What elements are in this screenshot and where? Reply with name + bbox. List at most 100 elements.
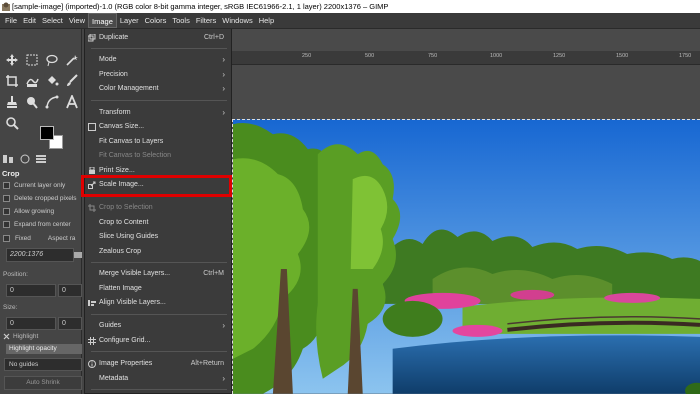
menu-separator (91, 48, 227, 49)
position-x-field[interactable]: 0 (6, 284, 56, 297)
menu-item-crop-to-selection: Crop to Selection (85, 201, 231, 215)
submenu-arrow-icon: › (222, 321, 225, 330)
device-status-tab-icon[interactable] (18, 154, 32, 164)
zoom-tool-icon[interactable] (2, 113, 22, 133)
undo-history-tab-icon[interactable] (34, 154, 48, 164)
ruler-tick-label: 750 (428, 53, 438, 59)
guides-dropdown[interactable]: No guides (4, 358, 82, 371)
position-y-field[interactable]: 0 (58, 284, 82, 297)
close-icon[interactable] (3, 333, 10, 340)
menu-item-mode-label: Mode (99, 56, 117, 63)
aspect-ratio-dropdown[interactable]: Aspect ra (48, 235, 75, 242)
allow-growing-checkbox[interactable]: Allow growing (0, 205, 82, 218)
menu-item-align-visible[interactable]: Align Visible Layers... (85, 296, 231, 310)
paths-tool-icon[interactable] (42, 92, 62, 112)
menu-view[interactable]: View (66, 13, 88, 28)
ruler-tick-label: 1000 (490, 53, 503, 59)
menu-item-precision-label: Precision (99, 71, 128, 78)
highlight-label[interactable]: Highlight (13, 333, 38, 340)
menu-item-crop-to-content[interactable]: Crop to Content (85, 216, 231, 230)
window-title: [sample-image] (imported)-1.0 (RGB color… (12, 2, 389, 11)
shortcut-duplicate: Ctrl+D (203, 34, 224, 41)
image-menu-dropdown: Duplicate Ctrl+D Mode › Precision › Color … (84, 29, 232, 394)
menu-tools[interactable]: Tools (169, 13, 193, 28)
print-size-icon (89, 167, 95, 174)
move-tool-icon[interactable] (2, 50, 22, 70)
menu-item-flatten-label: Flatten Image (99, 285, 142, 292)
toolbox (2, 49, 82, 133)
crop-icon (88, 204, 96, 212)
menu-item-slice-guides[interactable]: Slice Using Guides (85, 230, 231, 244)
image-boundary (232, 119, 700, 120)
fixed-checkbox[interactable] (3, 235, 10, 242)
ratio-landscape-icon[interactable] (74, 251, 82, 259)
align-icon (88, 300, 96, 306)
menu-select[interactable]: Select (39, 13, 66, 28)
menu-item-duplicate[interactable]: Duplicate Ctrl+D (85, 31, 231, 45)
menu-item-crop-to-content-label: Crop to Content (99, 219, 149, 226)
auto-shrink-button[interactable]: Auto Shrink (4, 376, 82, 390)
size-height-field[interactable]: 0 (58, 317, 82, 330)
fixed-label: Fixed (15, 235, 31, 242)
ruler-tick-label: 500 (365, 53, 375, 59)
bucket-fill-tool-icon[interactable] (42, 71, 62, 91)
ruler-tick-label: 1500 (616, 53, 629, 59)
menu-item-canvas-size-label: Canvas Size... (99, 123, 145, 130)
menu-item-canvas-size[interactable]: Canvas Size... (85, 120, 231, 134)
menu-item-merge-visible[interactable]: Merge Visible Layers... Ctrl+M (85, 267, 231, 281)
menu-item-zealous-crop[interactable]: Zealous Crop (85, 245, 231, 259)
highlight-opacity-slider[interactable]: Highlight opacity (6, 344, 82, 354)
ruler-tick-label: 1750 (679, 53, 692, 59)
menu-filters[interactable]: Filters (193, 13, 219, 28)
info-icon (88, 360, 96, 368)
paintbrush-tool-icon[interactable] (62, 71, 82, 91)
menu-item-configure-grid-label: Configure Grid... (99, 337, 151, 344)
landscape-photo[interactable] (232, 119, 700, 394)
aspect-ratio-field[interactable]: 2200:1376 (6, 248, 74, 262)
menu-colors[interactable]: Colors (142, 13, 170, 28)
fuzzy-select-tool-icon[interactable] (62, 50, 82, 70)
clone-tool-icon[interactable] (2, 92, 22, 112)
rect-select-tool-icon[interactable] (22, 50, 42, 70)
crop-tool-icon[interactable] (2, 71, 22, 91)
canvas-size-icon (88, 123, 96, 131)
menu-layer[interactable]: Layer (117, 13, 142, 28)
warp-tool-icon[interactable] (22, 71, 42, 91)
menu-item-print-size-label: Print Size... (99, 167, 135, 174)
menu-item-metadata[interactable]: Metadata › (85, 372, 231, 386)
menu-item-fit-canvas-selection: Fit Canvas to Selection (85, 149, 231, 163)
menu-item-configure-grid[interactable]: Configure Grid... (85, 334, 231, 348)
expand-from-center-checkbox[interactable]: Expand from center (0, 218, 82, 231)
menu-help[interactable]: Help (256, 13, 277, 28)
size-width-field[interactable]: 0 (6, 317, 56, 330)
menu-item-fit-canvas-layers[interactable]: Fit Canvas to Layers (85, 135, 231, 149)
tool-options-tab-icon[interactable] (2, 154, 16, 164)
submenu-arrow-icon: › (222, 84, 225, 93)
delete-cropped-checkbox[interactable]: Delete cropped pixels (0, 192, 82, 205)
menu-item-color-management[interactable]: Color Management › (85, 82, 231, 96)
menu-item-image-properties[interactable]: Image Properties Alt+Return (85, 357, 231, 371)
menu-windows[interactable]: Windows (219, 13, 255, 28)
menu-item-flatten[interactable]: Flatten Image (85, 282, 231, 296)
current-layer-only-checkbox[interactable]: Current layer only (0, 179, 82, 192)
foreground-color[interactable] (40, 126, 54, 140)
menu-item-duplicate-label: Duplicate (99, 34, 129, 41)
menu-edit[interactable]: Edit (20, 13, 39, 28)
ruler-tick-label: 250 (302, 53, 312, 59)
smudge-tool-icon[interactable] (22, 92, 42, 112)
lasso-tool-icon[interactable] (42, 50, 62, 70)
text-tool-icon[interactable] (62, 92, 82, 112)
menu-item-transform[interactable]: Transform › (85, 106, 231, 120)
menu-item-guides[interactable]: Guides › (85, 319, 231, 333)
menu-image[interactable]: Image (88, 13, 117, 28)
menu-file[interactable]: File (2, 13, 20, 28)
menubar: File Edit Select View Image Layer Colors… (0, 13, 700, 29)
menu-separator (91, 351, 227, 352)
fg-bg-color-swatches[interactable] (40, 126, 66, 150)
horizontal-ruler: 250 500 750 1000 1250 1500 1750 (232, 51, 700, 65)
menu-item-precision[interactable]: Precision › (85, 68, 231, 82)
duplicate-icon (88, 34, 96, 42)
menu-item-transform-label: Transform (99, 109, 131, 116)
current-layer-only-label: Current layer only (14, 182, 66, 189)
menu-item-mode[interactable]: Mode › (85, 53, 231, 67)
